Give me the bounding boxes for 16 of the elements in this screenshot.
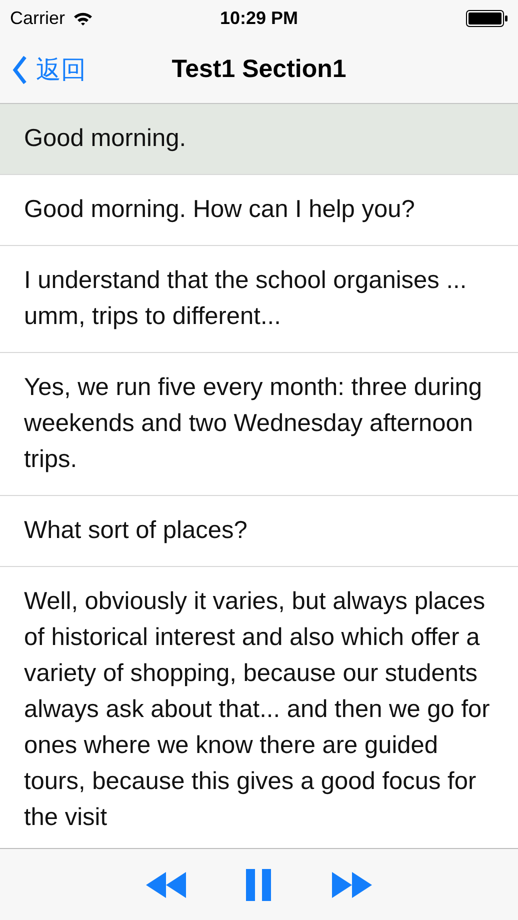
chevron-left-icon (12, 54, 28, 84)
pause-button[interactable] (246, 868, 272, 900)
back-label[interactable]: 返回 (36, 53, 86, 86)
fast-forward-button[interactable] (332, 872, 372, 898)
status-time: 10:29 PM (220, 8, 298, 28)
transcript-row[interactable]: I understand that the school organises ... umm, trips to different... (0, 246, 518, 353)
transcript-row[interactable]: Good morning. (0, 104, 518, 175)
transcript-row[interactable]: What sort of places? (0, 496, 518, 567)
screen-title: Test1 Section1 (172, 55, 346, 84)
transcript-row[interactable]: Good morning. How can I help you? (0, 175, 518, 246)
battery-icon (466, 10, 508, 26)
back-button[interactable]: 返回 (12, 53, 86, 86)
wifi-icon (73, 10, 94, 26)
rewind-button[interactable] (146, 872, 186, 898)
transcript-row[interactable]: Yes, we run five every month: three during weekends and two Wednesday afternoon trips. (0, 353, 518, 496)
carrier-name: Carrier (10, 8, 66, 28)
